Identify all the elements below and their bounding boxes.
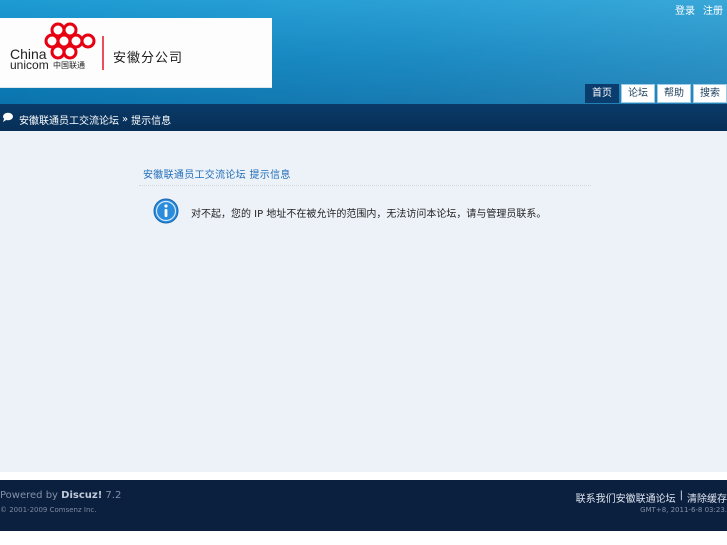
info-icon bbox=[153, 198, 179, 224]
clear-cache-link[interactable]: 清除缓存 bbox=[687, 490, 727, 505]
contact-link[interactable]: 联系我们安徽联通论坛 bbox=[576, 490, 676, 505]
register-link[interactable]: 注册 bbox=[703, 2, 723, 17]
breadcrumb-forum-link[interactable]: 安徽联通员工交流论坛 bbox=[19, 112, 119, 127]
footer-gap bbox=[0, 472, 727, 480]
powered-by: Powered by Discuz! 7.2 bbox=[0, 490, 121, 501]
main-nav: 首页 论坛 帮助 搜索 bbox=[585, 84, 727, 103]
main-content bbox=[0, 131, 727, 472]
footer-links: 联系我们安徽联通论坛 | 清除缓存 bbox=[576, 490, 727, 505]
breadcrumb-current: 提示信息 bbox=[131, 116, 172, 127]
nav-tab-search[interactable]: 搜索 bbox=[693, 84, 727, 103]
brand-cn: 中国联通 bbox=[53, 60, 85, 70]
breadcrumb: 安徽联通员工交流论坛 » 提示信息 bbox=[0, 104, 727, 131]
page-header: 登录 注册 China unicom 中国联通 安徽分公司 首页 论坛 帮助 搜… bbox=[0, 0, 727, 104]
top-links: 登录 注册 bbox=[675, 2, 723, 17]
page-footer bbox=[0, 480, 727, 531]
branch-name: 安徽分公司 bbox=[113, 51, 183, 66]
site-logo[interactable]: China unicom 中国联通 安徽分公司 bbox=[0, 18, 272, 88]
message-text: 对不起，您的 IP 地址不在被允许的范围内，无法访问本论坛，请与管理员联系。 bbox=[191, 209, 547, 220]
discuz-link[interactable]: Discuz! bbox=[61, 490, 102, 501]
bottom-strip bbox=[0, 531, 727, 545]
copyright: © 2001-2009 Comsenz Inc. bbox=[0, 506, 97, 514]
breadcrumb-separator: » bbox=[122, 114, 129, 125]
nav-tab-forum[interactable]: 论坛 bbox=[621, 84, 655, 103]
footer-time: GMT+8, 2011-6-8 03:23. bbox=[640, 506, 727, 514]
login-link[interactable]: 登录 bbox=[675, 2, 695, 17]
china-unicom-knot-icon: China unicom 中国联通 安徽分公司 bbox=[10, 22, 183, 72]
message-divider bbox=[139, 185, 591, 186]
message-title: 安徽联通员工交流论坛 提示信息 bbox=[143, 170, 291, 181]
nav-tab-home[interactable]: 首页 bbox=[585, 84, 619, 103]
brand-en-line2: unicom bbox=[10, 58, 49, 72]
nav-tab-help[interactable]: 帮助 bbox=[657, 84, 691, 103]
powered-version: 7.2 bbox=[102, 490, 122, 501]
speech-bubble-icon bbox=[3, 112, 13, 122]
powered-prefix: Powered by bbox=[0, 490, 62, 501]
footer-separator: | bbox=[679, 490, 683, 501]
